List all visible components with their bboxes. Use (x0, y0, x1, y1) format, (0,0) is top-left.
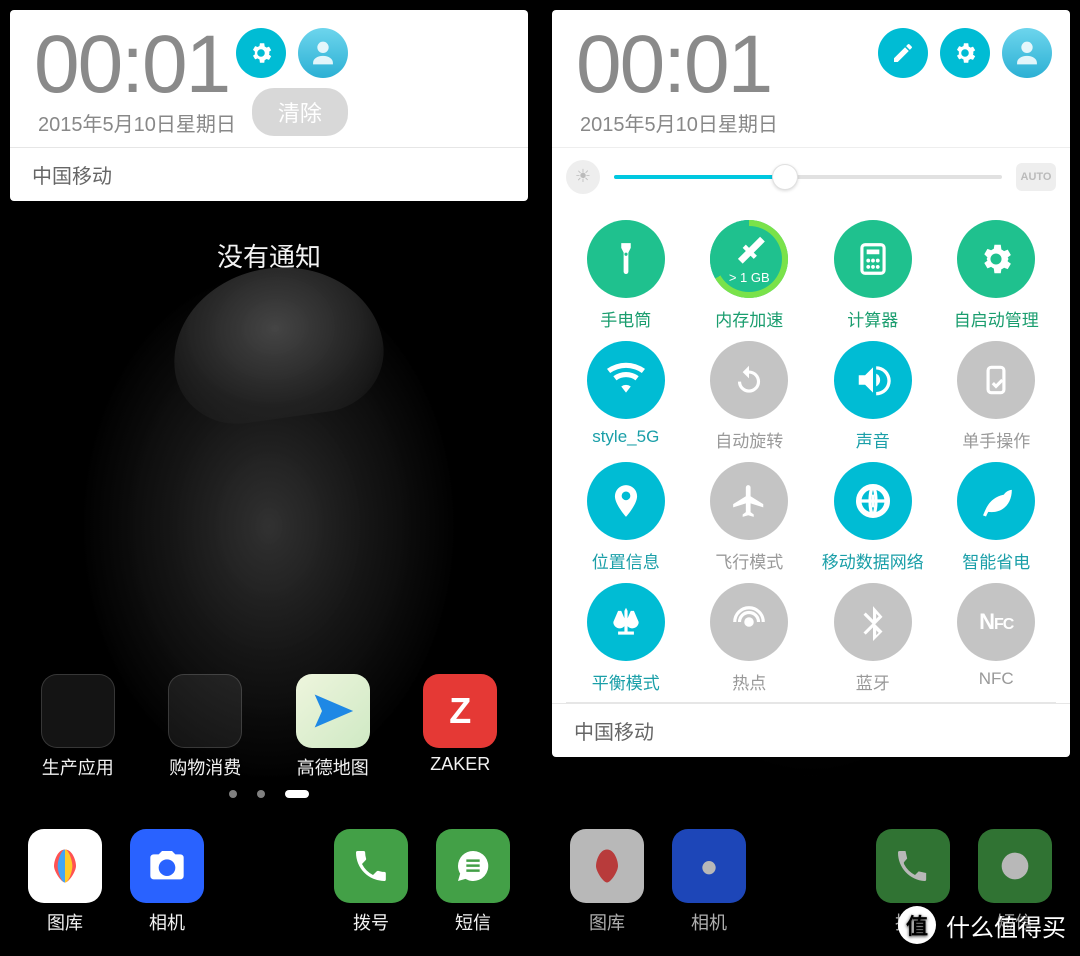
folder-icon (168, 674, 242, 748)
data-icon (834, 462, 912, 540)
dock: 图库 相机 拨号 短信 (0, 808, 538, 956)
qs-tile-calculator[interactable]: 计算器 (811, 220, 935, 331)
edit-button[interactable] (878, 28, 928, 78)
brightness-row: ☀ AUTO (552, 147, 1070, 204)
qs-tile-label: 手电筒 (600, 306, 651, 331)
calculator-icon (834, 220, 912, 298)
qs-tile-label: 平衡模式 (592, 669, 660, 694)
camera-icon (130, 829, 204, 903)
qs-tile-hotspot[interactable]: 热点 (688, 583, 812, 694)
profile-avatar[interactable] (1002, 28, 1052, 78)
qs-tile-balance[interactable]: 平衡模式 (564, 583, 688, 694)
memory-icon: > 1 GB (710, 220, 788, 298)
onehand-icon (957, 341, 1035, 419)
profile-avatar[interactable] (298, 28, 348, 78)
qs-tile-location[interactable]: 位置信息 (564, 462, 688, 573)
bluetooth-icon (834, 583, 912, 661)
dock-messages[interactable]: 短信 (423, 829, 523, 935)
qs-tile-gear[interactable]: 自启动管理 (935, 220, 1059, 331)
qs-tile-data[interactable]: 移动数据网络 (811, 462, 935, 573)
qs-tile-label: 飞行模式 (715, 548, 783, 573)
qs-tile-leaf[interactable]: 智能省电 (935, 462, 1059, 573)
settings-button[interactable] (236, 28, 286, 78)
quick-settings-grid: 手电筒 > 1 GB 内存加速 计算器 自启动管理 style_5G 自动旋转 声音 单手操作位… (552, 204, 1070, 702)
message-icon (436, 829, 510, 903)
qs-tile-label: 自启动管理 (954, 306, 1039, 331)
quicksettings-shade: 00:01 2015年5月10日星期日 ☀ AUTO 手电筒 > 1 GB 内存加速… (552, 10, 1070, 757)
qs-tile-label: 计算器 (847, 306, 898, 331)
dock-gallery[interactable]: 图库 (15, 829, 115, 935)
qs-tile-label: 声音 (856, 427, 890, 452)
page-indicator (0, 790, 538, 798)
brightness-icon: ☀ (566, 160, 600, 194)
qs-tile-flashlight[interactable]: 手电筒 (564, 220, 688, 331)
watermark: 值 什么值得买 (898, 906, 1066, 944)
airplane-icon (710, 462, 788, 540)
amap-icon (296, 674, 370, 748)
brightness-slider[interactable] (614, 175, 1002, 179)
wifi-icon (587, 341, 665, 419)
apps-icon (232, 842, 306, 916)
screen-notifications: 00:01 2015年5月10日星期日 清除 中国移动 没有通知 生产应用 (0, 0, 538, 956)
qs-tile-label: 内存加速 (715, 306, 783, 331)
home-row: 生产应用 购物消费 高德地图 Z ZAKER (0, 674, 538, 780)
rotate-icon (710, 341, 788, 419)
screen-quicksettings: 图库 相机 拨号 短信 00:01 2015年5月10日星期日 ☀ AUTO 手… (542, 0, 1080, 956)
watermark-text: 什么值得买 (946, 908, 1066, 943)
dock-dialer[interactable]: 拨号 (321, 829, 421, 935)
qs-tile-label: 移动数据网络 (822, 548, 924, 573)
carrier-label: 中国移动 (10, 147, 528, 201)
qs-tile-bluetooth[interactable]: 蓝牙 (811, 583, 935, 694)
clock-time: 00:01 (576, 28, 778, 102)
qs-tile-label: 单手操作 (962, 427, 1030, 452)
qs-tile-airplane[interactable]: 飞行模式 (688, 462, 812, 573)
clear-button[interactable]: 清除 (252, 88, 348, 136)
settings-button[interactable] (940, 28, 990, 78)
qs-tile-wifi[interactable]: style_5G (564, 341, 688, 452)
app-folder-shopping[interactable]: 购物消费 (155, 674, 255, 780)
flashlight-icon (587, 220, 665, 298)
qs-tile-label: 蓝牙 (856, 669, 890, 694)
qs-tile-label: 热点 (732, 669, 766, 694)
leaf-icon (957, 462, 1035, 540)
phone-icon (334, 829, 408, 903)
location-icon (587, 462, 665, 540)
watermark-icon: 值 (898, 906, 936, 944)
clock-date: 2015年5月10日星期日 (34, 108, 236, 137)
clock-date: 2015年5月10日星期日 (576, 108, 778, 137)
balance-icon (587, 583, 665, 661)
sound-icon (834, 341, 912, 419)
dock-apps[interactable] (219, 842, 319, 922)
qs-tile-nfc[interactable]: NFC NFC (935, 583, 1059, 694)
qs-tile-label: 位置信息 (592, 548, 660, 573)
gear-icon (957, 220, 1035, 298)
qs-tile-onehand[interactable]: 单手操作 (935, 341, 1059, 452)
nfc-icon: NFC (957, 583, 1035, 661)
app-folder-productivity[interactable]: 生产应用 (28, 674, 128, 780)
qs-tile-memory[interactable]: > 1 GB 内存加速 (688, 220, 812, 331)
clock-time: 00:01 (34, 28, 236, 102)
app-zaker[interactable]: Z ZAKER (410, 674, 510, 775)
notification-shade: 00:01 2015年5月10日星期日 清除 中国移动 (10, 10, 528, 201)
no-notification-text: 没有通知 (0, 237, 538, 274)
app-amap[interactable]: 高德地图 (283, 674, 383, 780)
gallery-icon (28, 829, 102, 903)
qs-tile-sound[interactable]: 声音 (811, 341, 935, 452)
qs-tile-label: NFC (979, 669, 1014, 689)
qs-tile-label: style_5G (592, 427, 659, 447)
qs-tile-label: 自动旋转 (715, 427, 783, 452)
zaker-icon: Z (423, 674, 497, 748)
hotspot-icon (710, 583, 788, 661)
dock-camera[interactable]: 相机 (117, 829, 217, 935)
folder-icon (41, 674, 115, 748)
qs-tile-rotate[interactable]: 自动旋转 (688, 341, 812, 452)
qs-tile-label: 智能省电 (962, 548, 1030, 573)
carrier-label: 中国移动 (552, 703, 1070, 757)
auto-brightness-toggle[interactable]: AUTO (1016, 163, 1056, 191)
